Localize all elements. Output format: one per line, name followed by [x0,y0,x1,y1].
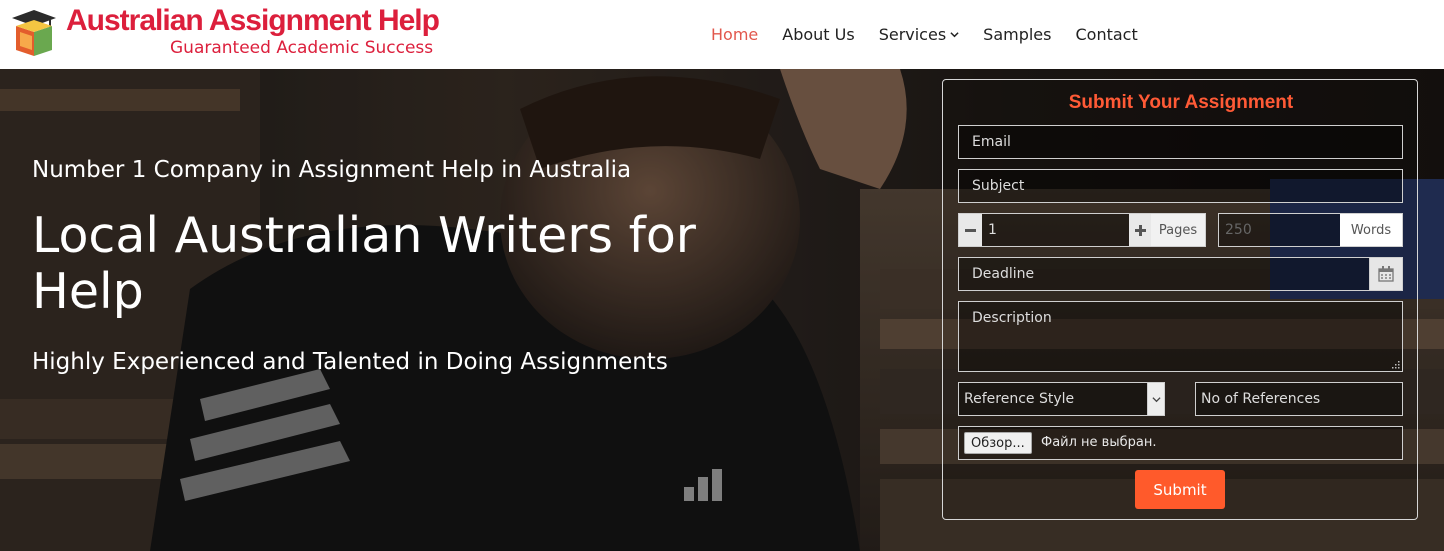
nav-contact[interactable]: Contact [1075,25,1137,44]
pages-stepper: 1 Pages [958,213,1206,247]
hero-title: Local Australian Writers for Help [32,207,696,320]
references-count-field[interactable]: No of References [1195,382,1403,416]
words-group: 250 Words [1218,213,1403,247]
site-logo[interactable]: Australian Assignment Help Guaranteed Ac… [10,4,450,64]
nav-services[interactable]: Services [879,25,959,44]
brand-name: Australian Assignment Help [66,4,440,37]
hero-subtitle: Highly Experienced and Talented in Doing… [32,349,668,375]
resize-handle-icon[interactable] [1392,361,1400,369]
hero-kicker: Number 1 Company in Assignment Help in A… [32,157,632,183]
reference-style-select[interactable]: Reference Style [958,382,1165,416]
reference-style-value: Reference Style [964,391,1075,407]
calendar-icon [1378,266,1394,282]
browse-file-button[interactable]: Обзор... [964,432,1032,454]
description-field[interactable]: Description [958,301,1403,372]
brand-tagline: Guaranteed Academic Success [170,38,434,58]
deadline-field[interactable]: Deadline [958,257,1403,291]
pages-input[interactable]: 1 [982,214,1129,246]
words-label: Words [1340,214,1402,246]
nav-samples[interactable]: Samples [983,25,1051,44]
select-arrow [1147,383,1164,415]
site-header: Australian Assignment Help Guaranteed Ac… [0,0,1444,69]
form-title: Submit Your Assignment [1068,92,1294,113]
file-upload: Обзор... Файл не выбран. [958,426,1403,460]
calendar-button[interactable] [1369,258,1402,290]
nav-home[interactable]: Home [711,25,758,44]
decrease-pages-button[interactable] [959,214,982,246]
submit-assignment-form: Submit Your Assignment Email Subject 1 P… [942,79,1418,520]
file-status: Файл не выбран. [1041,435,1157,450]
increase-pages-button[interactable] [1129,214,1151,246]
deadline-placeholder: Deadline [972,266,1035,282]
submit-button[interactable]: Submit [1135,470,1225,509]
graduation-book-logo-icon [12,10,56,56]
chevron-down-icon [1151,396,1161,402]
main-nav: Home About Us Services Samples Contact [700,22,1162,46]
subject-field[interactable]: Subject [958,169,1403,203]
pages-label: Pages [1151,214,1205,246]
plus-icon [1134,224,1146,236]
words-input: 250 [1219,214,1340,246]
email-field[interactable]: Email [958,125,1403,159]
chevron-down-icon [950,31,959,37]
minus-icon [965,228,976,232]
description-placeholder: Description [972,310,1052,326]
nav-about-us[interactable]: About Us [782,25,854,44]
hero-section: Number 1 Company in Assignment Help in A… [0,69,1444,551]
nav-services-label: Services [878,24,947,44]
